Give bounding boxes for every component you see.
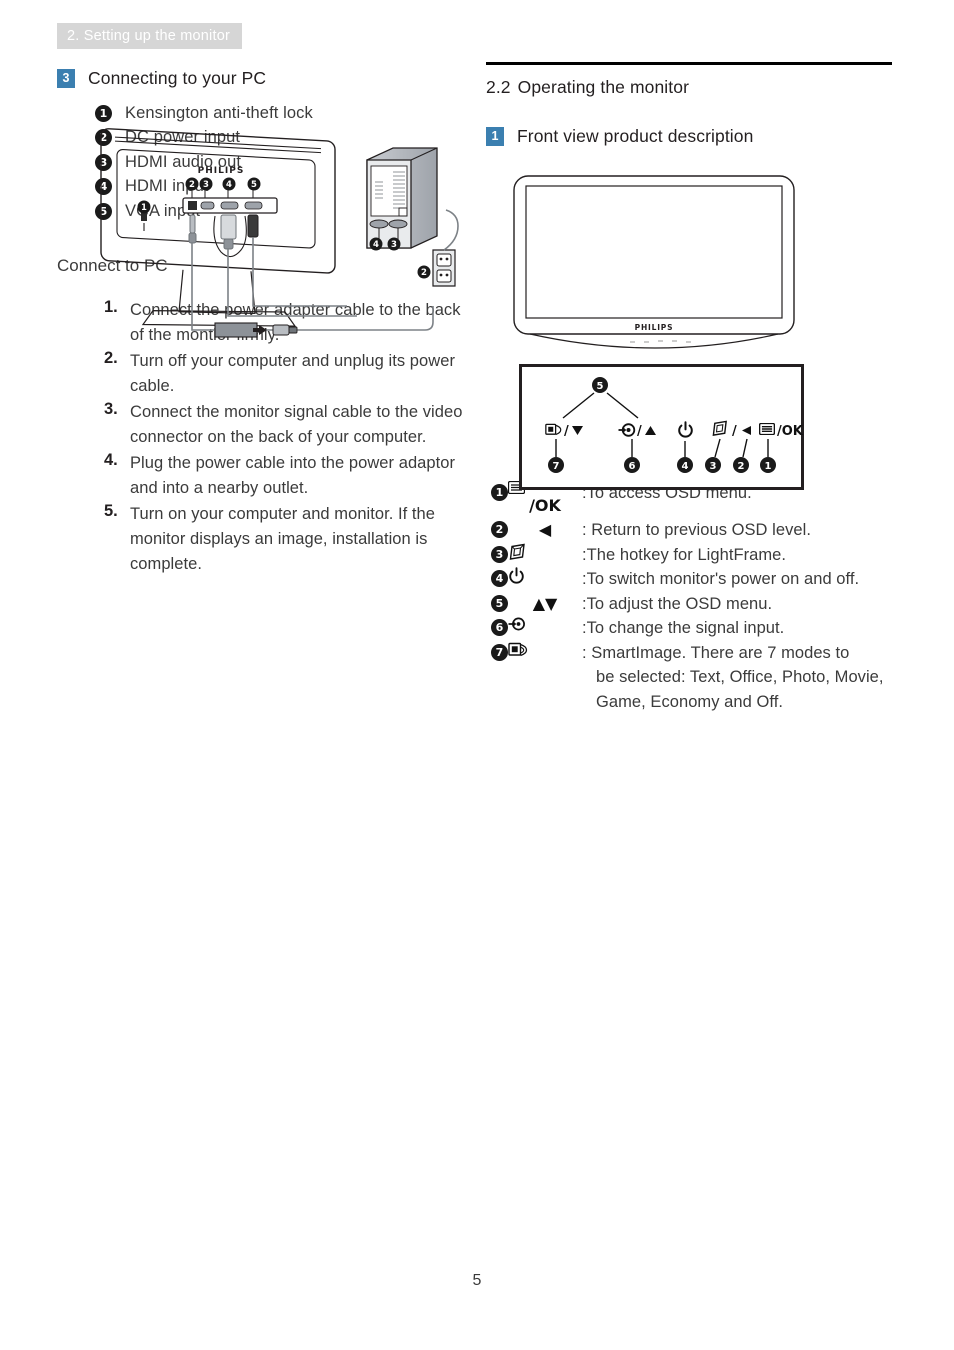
section-heading-connecting: 3 Connecting to your PC bbox=[57, 68, 467, 89]
section-badge: 1 bbox=[486, 126, 504, 146]
monitor-screen bbox=[525, 185, 783, 319]
rear-diagram-svg: PHILIPS 1 2 3 4 5 4 3 2 bbox=[100, 128, 459, 338]
svg-text:/OK: /OK bbox=[777, 424, 804, 439]
section-title: Connecting to your PC bbox=[88, 68, 267, 88]
svg-text:5: 5 bbox=[597, 381, 604, 392]
svg-text:6: 6 bbox=[629, 461, 636, 472]
pc-tower bbox=[366, 147, 438, 249]
chapter-heading: 2.2 Operating the monitor bbox=[486, 77, 894, 98]
control-description: :To change the signal input. bbox=[582, 619, 785, 637]
control-description-line2: be selected: Text, Office, Photo, Movie,… bbox=[596, 668, 884, 711]
running-header-text: 2. Setting up the monitor bbox=[67, 28, 230, 44]
cable-dc-power bbox=[191, 243, 367, 331]
running-header-tab: 2. Setting up the monitor bbox=[57, 23, 242, 49]
section-heading-front-view: 1 Front view product description bbox=[486, 126, 894, 147]
input-source-icon bbox=[508, 616, 582, 632]
chapter-rule bbox=[486, 62, 892, 65]
svg-text:/: / bbox=[732, 424, 737, 439]
lightframe-icon bbox=[508, 543, 582, 561]
smartimage-icon bbox=[508, 641, 582, 658]
control-description: : Return to previous OSD level. bbox=[582, 521, 811, 539]
step-number: 4. bbox=[104, 450, 118, 469]
svg-text:5: 5 bbox=[251, 180, 257, 190]
figure-rear-connection-diagram: PHILIPS 1 2 3 4 5 4 3 2 bbox=[95, 120, 470, 360]
control-description: :To switch monitor's power on and off. bbox=[582, 570, 860, 588]
step-text: Connect the monitor signal cable to the … bbox=[130, 402, 463, 446]
step-number: 5. bbox=[104, 501, 118, 520]
monitor-bezel bbox=[513, 175, 795, 335]
svg-text:4: 4 bbox=[373, 240, 379, 250]
list-item: 2 ◀ : Return to previous OSD level. bbox=[491, 518, 894, 543]
svg-text:1: 1 bbox=[765, 461, 772, 472]
kensington-slot bbox=[141, 212, 147, 231]
svg-text:7: 7 bbox=[553, 461, 560, 472]
svg-text:/: / bbox=[637, 424, 642, 439]
list-item: 5. Turn on your computer and monitor. If… bbox=[82, 502, 467, 577]
svg-text:3: 3 bbox=[203, 180, 209, 190]
list-item: 5 ▲▼ :To adjust the OSD menu. bbox=[491, 592, 894, 617]
philips-wordmark-front: PHILIPS bbox=[635, 323, 674, 332]
left-arrow-icon: ◀ bbox=[538, 520, 552, 539]
control-description: : SmartImage. There are 7 modes to be se… bbox=[582, 641, 894, 715]
list-item: 4 :To switch monitor's power on and off. bbox=[491, 567, 894, 592]
control-description-line1: : SmartImage. There are 7 modes to bbox=[582, 643, 850, 662]
front-monitor-svg: PHILIPS bbox=[513, 175, 795, 349]
svg-text:2: 2 bbox=[189, 180, 195, 190]
monitor-base-curve bbox=[529, 333, 779, 349]
control-description: :To adjust the OSD menu. bbox=[582, 594, 773, 613]
control-legend-list: 1 /OK :To access OSD menu. 2 ◀ : Return … bbox=[491, 480, 894, 715]
figure-front-monitor: PHILIPS bbox=[512, 172, 812, 360]
callout-badge: 7 bbox=[491, 643, 508, 661]
svg-text:/: / bbox=[564, 424, 569, 439]
control-description: :The hotkey for LightFrame. bbox=[582, 545, 787, 564]
chapter-number: 2.2 bbox=[486, 76, 511, 97]
list-item: 6 :To change the signal input. bbox=[491, 616, 894, 641]
rear-connector-bar bbox=[182, 197, 278, 214]
power-icon bbox=[508, 567, 582, 585]
list-item: 3 :The hotkey for LightFrame. bbox=[491, 543, 894, 568]
list-item: 3. Connect the monitor signal cable to t… bbox=[82, 400, 467, 450]
svg-text:2: 2 bbox=[738, 461, 745, 472]
front-button-marks bbox=[630, 340, 691, 343]
step-text: Plug the power cable into the power adap… bbox=[130, 453, 456, 497]
callout-badge: 1 bbox=[491, 483, 508, 501]
svg-text:4: 4 bbox=[226, 180, 232, 190]
svg-text:2: 2 bbox=[421, 268, 427, 278]
monitor-stand-neck bbox=[178, 269, 256, 314]
power-adapter-brick bbox=[214, 322, 298, 338]
callout-badge: 3 bbox=[491, 545, 508, 563]
step-text: Turn on your computer and monitor. If th… bbox=[130, 504, 436, 573]
svg-text:3: 3 bbox=[391, 240, 397, 250]
up-down-arrow-icon: ▲▼ bbox=[532, 593, 558, 613]
callout-badge: 2 bbox=[491, 521, 508, 538]
section-badge: 3 bbox=[57, 69, 75, 88]
list-item: 7 : SmartImage. There are 7 modes to be … bbox=[491, 641, 894, 715]
callout-badge: 4 bbox=[491, 570, 508, 587]
callout-badge: 6 bbox=[491, 619, 508, 636]
section-title: Front view product description bbox=[517, 125, 754, 146]
step-number: 3. bbox=[104, 399, 118, 418]
list-item: 4. Plug the power cable into the power a… bbox=[82, 451, 467, 501]
figure-control-panel: 5 / 7 / 6 4 / 3 2 /OK 1 bbox=[519, 364, 804, 490]
svg-text:4: 4 bbox=[682, 461, 689, 472]
chapter-title: Operating the monitor bbox=[517, 76, 689, 97]
callout-badge: 5 bbox=[491, 594, 508, 612]
control-panel-svg: 5 / 7 / 6 4 / 3 2 /OK 1 bbox=[519, 364, 804, 490]
svg-text:1: 1 bbox=[141, 203, 147, 213]
svg-text:3: 3 bbox=[710, 461, 717, 472]
philips-wordmark-rear: PHILIPS bbox=[198, 166, 245, 176]
page-number: 5 bbox=[472, 1272, 482, 1289]
